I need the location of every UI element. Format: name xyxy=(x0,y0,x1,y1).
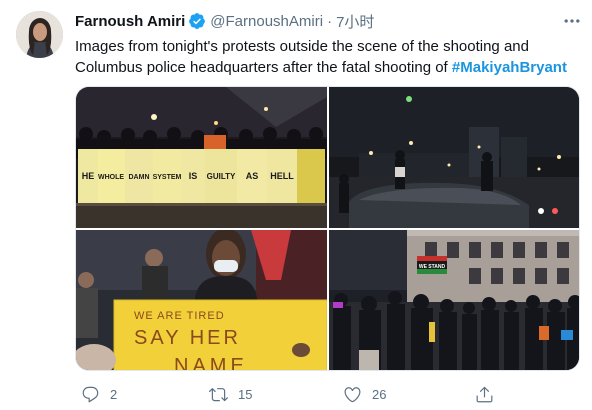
retweet-count: 15 xyxy=(238,386,253,402)
timestamp[interactable]: 7小时 xyxy=(336,11,374,32)
sign-line-3: NAME xyxy=(174,355,248,371)
handle[interactable]: @FarnoushAmiri xyxy=(210,13,323,30)
sign-line-1: WE ARE TIRED xyxy=(134,310,225,322)
tweet-actions: 2 15 26 xyxy=(75,383,580,405)
verified-badge-icon xyxy=(188,12,206,30)
sign-line-2: SAY HER xyxy=(134,327,241,349)
hashtag-link[interactable]: #MakiyahBryant xyxy=(452,59,567,76)
share-button[interactable] xyxy=(475,383,504,405)
more-button[interactable] xyxy=(560,9,584,33)
like-count: 26 xyxy=(372,386,387,402)
avatar[interactable] xyxy=(16,11,63,58)
separator-dot: · xyxy=(327,12,333,30)
retweet-button[interactable]: 15 xyxy=(209,383,252,405)
tweet[interactable]: Farnoush Amiri @FarnoushAmiri · 7小时 Imag… xyxy=(0,0,592,410)
media-grid: HE WHOLE DAMN SYSTEM IS GUILTY AS HELL W… xyxy=(75,86,580,371)
reply-count: 2 xyxy=(110,386,118,402)
photo-night-street[interactable] xyxy=(329,87,579,228)
sign-word-2: WHOLE xyxy=(98,174,124,181)
sign-word-8: HELL xyxy=(270,171,294,181)
like-icon xyxy=(344,386,361,402)
avatar-image xyxy=(16,11,63,58)
share-icon xyxy=(476,386,493,402)
tweet-header: Farnoush Amiri @FarnoushAmiri · 7小时 xyxy=(75,11,374,31)
photo-police-headquarters-crowd[interactable]: WE STAND xyxy=(329,230,579,370)
photo-say-her-name-sign[interactable]: WE ARE TIRED SAY HER NAME xyxy=(76,230,327,371)
reply-icon xyxy=(82,386,99,402)
photo-protest-line[interactable]: HE WHOLE DAMN SYSTEM IS GUILTY AS HELL xyxy=(76,87,327,228)
like-button[interactable]: 26 xyxy=(343,383,386,405)
tweet-text: Images from tonight's protests outside t… xyxy=(75,36,580,78)
sign-word-3: DAMN xyxy=(129,174,150,181)
sign-word-1: HE xyxy=(82,171,95,181)
display-name[interactable]: Farnoush Amiri xyxy=(75,13,185,30)
retweet-icon xyxy=(209,387,228,401)
more-icon xyxy=(564,19,580,23)
reply-button[interactable]: 2 xyxy=(81,383,117,405)
sign-word-7: AS xyxy=(246,171,259,181)
sign-word-6: GUILTY xyxy=(207,172,236,181)
banner-text: WE STAND xyxy=(419,264,446,270)
sign-word-5: IS xyxy=(189,171,198,181)
sign-word-4: SYSTEM xyxy=(153,174,182,181)
